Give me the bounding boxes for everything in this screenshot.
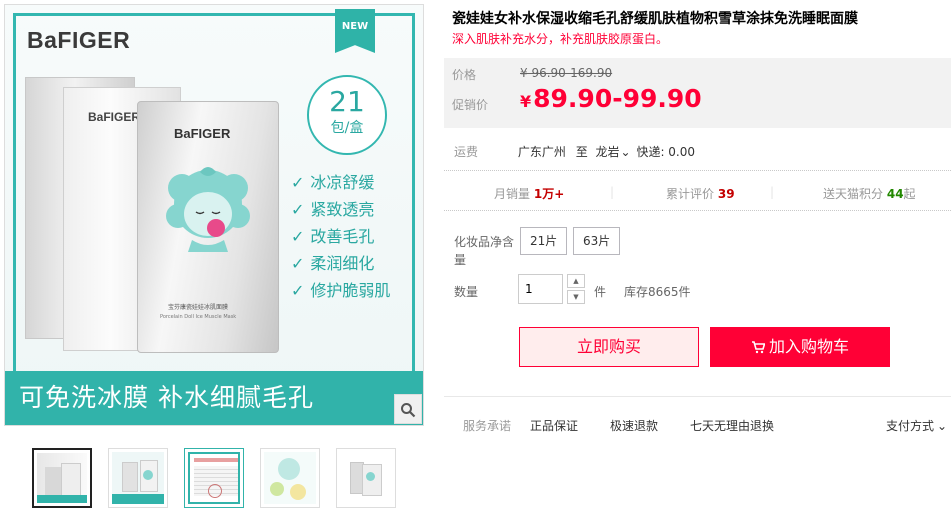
review-count[interactable]: 累计评价 39	[666, 185, 735, 202]
tmall-points: 送天猫积分 44起	[823, 187, 916, 201]
feature-item: ✓ 柔润细化	[291, 254, 375, 273]
count-number: 21	[329, 85, 365, 118]
payment-methods-dropdown[interactable]: 支付方式 ⌄	[886, 417, 947, 434]
service-item[interactable]: 极速退款	[610, 417, 658, 434]
service-item[interactable]: 七天无理由退换	[690, 417, 774, 434]
product-title: 瓷娃娃女补水保湿收缩毛孔舒缓肌肤植物积雪草涂抹免洗睡眠面膜	[452, 11, 858, 27]
feature-item: ✓ 修护脆弱肌	[291, 281, 391, 300]
thumbnail-4[interactable]	[260, 448, 320, 508]
check-icon: ✓	[291, 173, 305, 192]
cart-icon	[751, 341, 765, 354]
main-product-image[interactable]: BaFIGER NEW BaFIGER BaFIGER 宝芬康瓷娃娃冰肌面膜 P…	[4, 4, 424, 426]
currency-symbol: ¥	[520, 92, 532, 111]
quantity-unit: 件	[594, 285, 607, 299]
product-hero: BaFIGER NEW BaFIGER BaFIGER 宝芬康瓷娃娃冰肌面膜 P…	[5, 5, 423, 425]
mask-sachet: BaFIGER 宝芬康瓷娃娃冰肌面膜 Porcelain Doll Ice Mu…	[137, 101, 279, 353]
shipping-row: 运费 广东广州 至 龙岩⌄ 快递: 0.00	[454, 143, 695, 160]
quantity-increase-button[interactable]: ▲	[567, 274, 585, 288]
thumbnail-1[interactable]	[32, 448, 92, 508]
sachet-caption-en: Porcelain Doll Ice Muscle Mask	[160, 314, 237, 320]
service-item[interactable]: 正品保证	[530, 417, 578, 434]
shipping-express: 快递: 0.00	[636, 145, 696, 159]
quantity-decrease-button[interactable]: ▼	[567, 290, 585, 304]
stock-count: 库存8665件	[624, 285, 691, 299]
shipping-from: 广东广州	[517, 145, 566, 159]
search-icon	[401, 403, 416, 418]
quantity-input[interactable]	[518, 274, 563, 304]
thumbnail-2[interactable]	[108, 448, 168, 508]
shipping-label: 运费	[454, 145, 479, 159]
thumbnail-5[interactable]	[336, 448, 396, 508]
product-subtitle: 深入肌肤补充水分，补充肌肤胶原蛋白。	[452, 32, 669, 46]
thumbnail-3[interactable]	[184, 448, 244, 508]
check-icon: ✓	[291, 281, 305, 300]
spec-label: 化妆品净含量	[454, 235, 515, 267]
add-to-cart-button[interactable]: 加入购物车	[710, 327, 890, 367]
sachet-caption-cn: 宝芬康瓷娃娃冰肌面膜	[168, 304, 229, 311]
doll-illustration	[166, 167, 250, 252]
brand-logo: BaFIGER	[27, 27, 131, 53]
price-label: 价格	[452, 68, 477, 82]
quantity-label: 数量	[454, 285, 479, 299]
check-icon: ✓	[291, 227, 305, 246]
promo-price-label: 促销价	[452, 98, 489, 112]
promo-banner: 可免洗冰膜 补水细腻毛孔	[5, 371, 423, 425]
divider	[444, 396, 951, 397]
divider	[444, 210, 951, 211]
promo-price-value: 89.90-99.90	[533, 84, 702, 113]
price-panel: 价格 ¥ 96.90-169.90 促销价 ¥89.90-99.90	[444, 58, 951, 128]
count-unit: 包/盒	[330, 120, 364, 136]
check-icon: ✓	[291, 200, 305, 219]
chevron-down-icon: ⌄	[620, 145, 631, 159]
original-price: ¥ 96.90-169.90	[520, 66, 613, 80]
shipping-to-word: 至	[575, 145, 588, 159]
box-brand-logo: BaFIGER	[88, 110, 141, 124]
feature-item: ✓ 冰凉舒缓	[291, 173, 375, 192]
promo-price: ¥89.90-99.90	[520, 84, 702, 113]
feature-item: ✓ 改善毛孔	[291, 227, 375, 246]
stat-separator: |	[610, 185, 615, 199]
service-label: 服务承诺	[463, 419, 512, 433]
stat-separator: |	[770, 185, 775, 199]
zoom-button[interactable]	[394, 394, 422, 424]
sachet-brand-logo: BaFIGER	[174, 126, 231, 141]
monthly-sales: 月销量 1万+	[494, 187, 565, 201]
feature-item: ✓ 紧致透亮	[291, 200, 375, 219]
add-to-cart-label: 加入购物车	[768, 337, 849, 356]
feature-list: ✓ 冰凉舒缓 ✓ 紧致透亮 ✓ 改善毛孔 ✓ 柔润细化 ✓ 修护脆弱肌	[291, 169, 390, 304]
shipping-destination-select[interactable]: 龙岩⌄	[596, 145, 633, 159]
spec-option-63[interactable]: 63片	[573, 227, 621, 255]
chevron-down-icon: ⌄	[937, 419, 948, 433]
spec-option-21[interactable]: 21片	[520, 227, 568, 255]
buy-now-button[interactable]: 立即购买	[519, 327, 699, 367]
check-icon: ✓	[291, 254, 305, 273]
divider	[444, 170, 951, 171]
count-badge: 21 包/盒	[307, 75, 387, 155]
